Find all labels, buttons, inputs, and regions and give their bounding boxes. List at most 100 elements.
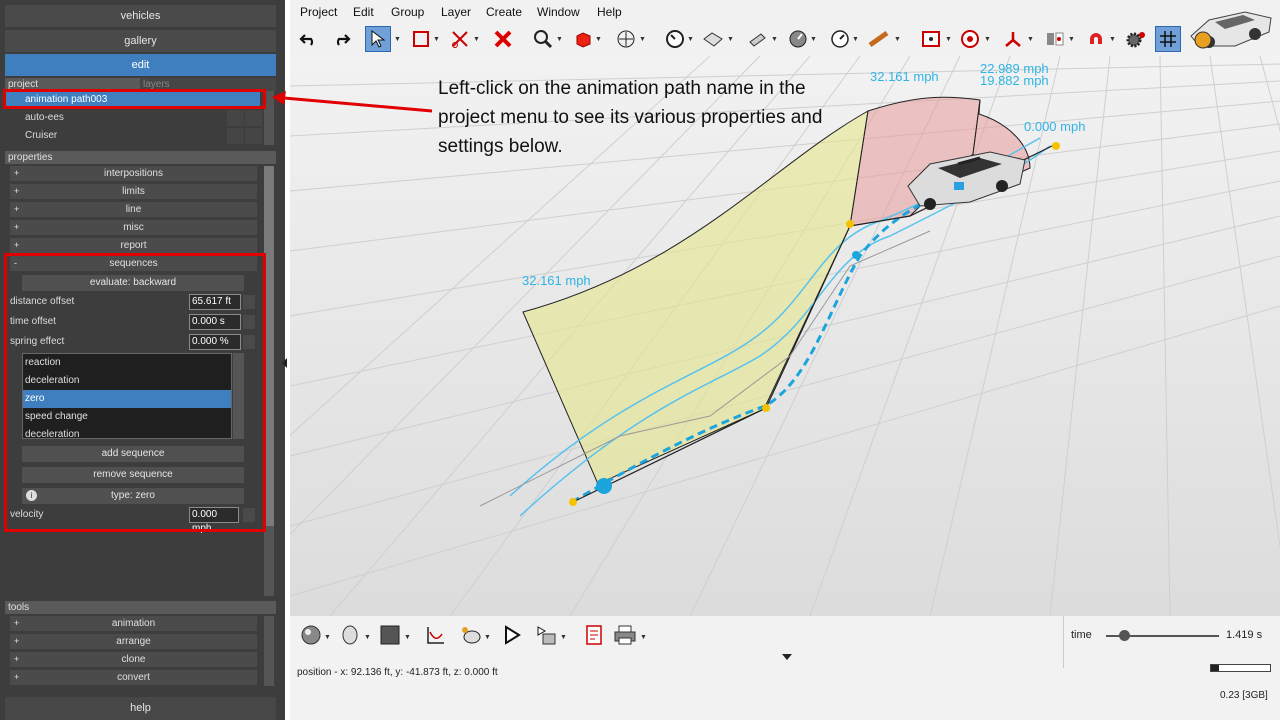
redo-icon[interactable] xyxy=(328,26,354,52)
zoom-icon[interactable] xyxy=(530,26,556,52)
menu-project[interactable]: Project xyxy=(300,5,337,19)
axis-icon[interactable] xyxy=(1000,26,1026,52)
menu-group[interactable]: Group xyxy=(391,5,424,19)
position-readout: position - x: 92.136 ft, y: -41.873 ft, … xyxy=(297,667,498,678)
tool-group-convert[interactable]: + convert xyxy=(10,670,257,685)
chart-icon[interactable] xyxy=(423,622,449,648)
group-report[interactable]: + report xyxy=(10,238,257,253)
time-label: time xyxy=(1071,629,1092,641)
undo-icon[interactable] xyxy=(296,26,322,52)
camera-dropdown-icon[interactable]: ▼ xyxy=(771,36,778,43)
expand-icon: + xyxy=(14,618,20,628)
report-icon[interactable] xyxy=(581,622,607,648)
expand-icon: + xyxy=(14,204,20,214)
print-icon[interactable] xyxy=(612,622,638,648)
surface-icon[interactable] xyxy=(700,26,726,52)
paint-icon[interactable] xyxy=(458,622,484,648)
speed-label: 32.161 mph xyxy=(870,69,939,84)
group-label: limits xyxy=(122,186,145,197)
speedometer-dropdown-icon[interactable]: ▼ xyxy=(852,36,859,43)
group-interpositions[interactable]: + interpositions xyxy=(10,166,257,181)
color-dropdown-icon[interactable]: ▼ xyxy=(404,634,411,641)
toolbar: Project Edit Group Layer Create Window H… xyxy=(290,0,1280,56)
memory-bar xyxy=(1210,664,1271,672)
cube-icon[interactable] xyxy=(570,26,596,52)
scissors-dropdown-icon[interactable]: ▼ xyxy=(473,36,480,43)
menu-create[interactable]: Create xyxy=(486,5,522,19)
group-limits[interactable]: + limits xyxy=(10,184,257,199)
highlight-box-sequences xyxy=(4,253,266,532)
sphere-icon[interactable] xyxy=(298,622,324,648)
menu-window[interactable]: Window xyxy=(537,5,580,19)
axis-dropdown-icon[interactable]: ▼ xyxy=(1027,36,1034,43)
time-value: 1.419 s xyxy=(1226,629,1263,641)
sphere-dropdown-icon[interactable]: ▼ xyxy=(324,634,331,641)
collapse-panel-icon[interactable] xyxy=(282,358,287,368)
move-icon[interactable] xyxy=(613,26,639,52)
expand-timeline-icon[interactable] xyxy=(782,654,792,660)
project-item-label: Cruiser xyxy=(25,130,58,141)
paint-dropdown-icon[interactable]: ▼ xyxy=(484,634,491,641)
dial-dropdown-icon[interactable]: ▼ xyxy=(810,36,817,43)
frame-dropdown-icon[interactable]: ▼ xyxy=(945,36,952,43)
menu-layer[interactable]: Layer xyxy=(441,5,471,19)
playback-options-icon[interactable] xyxy=(533,622,559,648)
head-icon[interactable] xyxy=(337,622,363,648)
rect-dropdown-icon[interactable]: ▼ xyxy=(433,36,440,43)
print-dropdown-icon[interactable]: ▼ xyxy=(640,634,647,641)
lock-toggle[interactable] xyxy=(245,128,262,144)
play-icon[interactable] xyxy=(499,622,525,648)
select-dropdown-icon[interactable]: ▼ xyxy=(394,36,401,43)
split-view-icon[interactable] xyxy=(1042,26,1068,52)
rectangle-select-icon[interactable] xyxy=(408,26,434,52)
group-misc[interactable]: + misc xyxy=(10,220,257,235)
tab-vehicles[interactable]: vehicles xyxy=(5,5,276,27)
cube-dropdown-icon[interactable]: ▼ xyxy=(595,36,602,43)
tools-scrollbar[interactable] xyxy=(264,616,274,686)
project-item-cruiser[interactable]: Cruiser xyxy=(5,127,262,145)
help-button[interactable]: help xyxy=(5,697,276,720)
measure-tape-icon[interactable] xyxy=(866,26,892,52)
dial-icon[interactable] xyxy=(785,26,811,52)
menu-edit[interactable]: Edit xyxy=(353,5,374,19)
group-label: animation xyxy=(111,618,156,629)
gauge-dropdown-icon[interactable]: ▼ xyxy=(687,36,694,43)
camera-icon[interactable] xyxy=(745,26,771,52)
zoom-dropdown-icon[interactable]: ▼ xyxy=(556,36,563,43)
tool-group-clone[interactable]: + clone xyxy=(10,652,257,667)
lock-toggle[interactable] xyxy=(245,110,262,126)
speedometer-icon[interactable] xyxy=(827,26,853,52)
surface-dropdown-icon[interactable]: ▼ xyxy=(727,36,734,43)
visibility-toggle[interactable] xyxy=(227,110,244,126)
expand-icon: + xyxy=(14,636,20,646)
gauge-icon[interactable] xyxy=(662,26,688,52)
playback-dropdown-icon[interactable]: ▼ xyxy=(560,634,567,641)
group-line[interactable]: + line xyxy=(10,202,257,217)
tool-group-animation[interactable]: + animation xyxy=(10,616,257,631)
visibility-toggle[interactable] xyxy=(227,128,244,144)
menu-help[interactable]: Help xyxy=(597,5,622,19)
group-label: clone xyxy=(121,654,146,665)
delete-x-icon[interactable] xyxy=(490,26,516,52)
split-dropdown-icon[interactable]: ▼ xyxy=(1068,36,1075,43)
scissors-icon[interactable] xyxy=(447,26,473,52)
measure-dropdown-icon[interactable]: ▼ xyxy=(894,36,901,43)
tab-edit[interactable]: edit xyxy=(5,54,276,76)
target-icon[interactable] xyxy=(957,26,983,52)
head-dropdown-icon[interactable]: ▼ xyxy=(364,634,371,641)
grid-icon[interactable] xyxy=(1155,26,1181,52)
color-swatch-icon[interactable] xyxy=(377,622,403,648)
tool-group-arrange[interactable]: + arrange xyxy=(10,634,257,649)
move-dropdown-icon[interactable]: ▼ xyxy=(639,36,646,43)
magnet-dropdown-icon[interactable]: ▼ xyxy=(1109,36,1116,43)
target-dropdown-icon[interactable]: ▼ xyxy=(984,36,991,43)
expand-icon: + xyxy=(14,168,20,178)
project-item-auto-ees[interactable]: auto-ees xyxy=(5,109,262,127)
frame-icon[interactable] xyxy=(918,26,944,52)
magnet-icon[interactable] xyxy=(1083,26,1109,52)
gear-icon[interactable] xyxy=(1123,26,1149,52)
time-slider[interactable] xyxy=(1106,630,1219,641)
time-slider-thumb[interactable] xyxy=(1119,630,1131,641)
select-pointer-icon[interactable] xyxy=(365,26,391,52)
tab-gallery[interactable]: gallery xyxy=(5,30,276,52)
